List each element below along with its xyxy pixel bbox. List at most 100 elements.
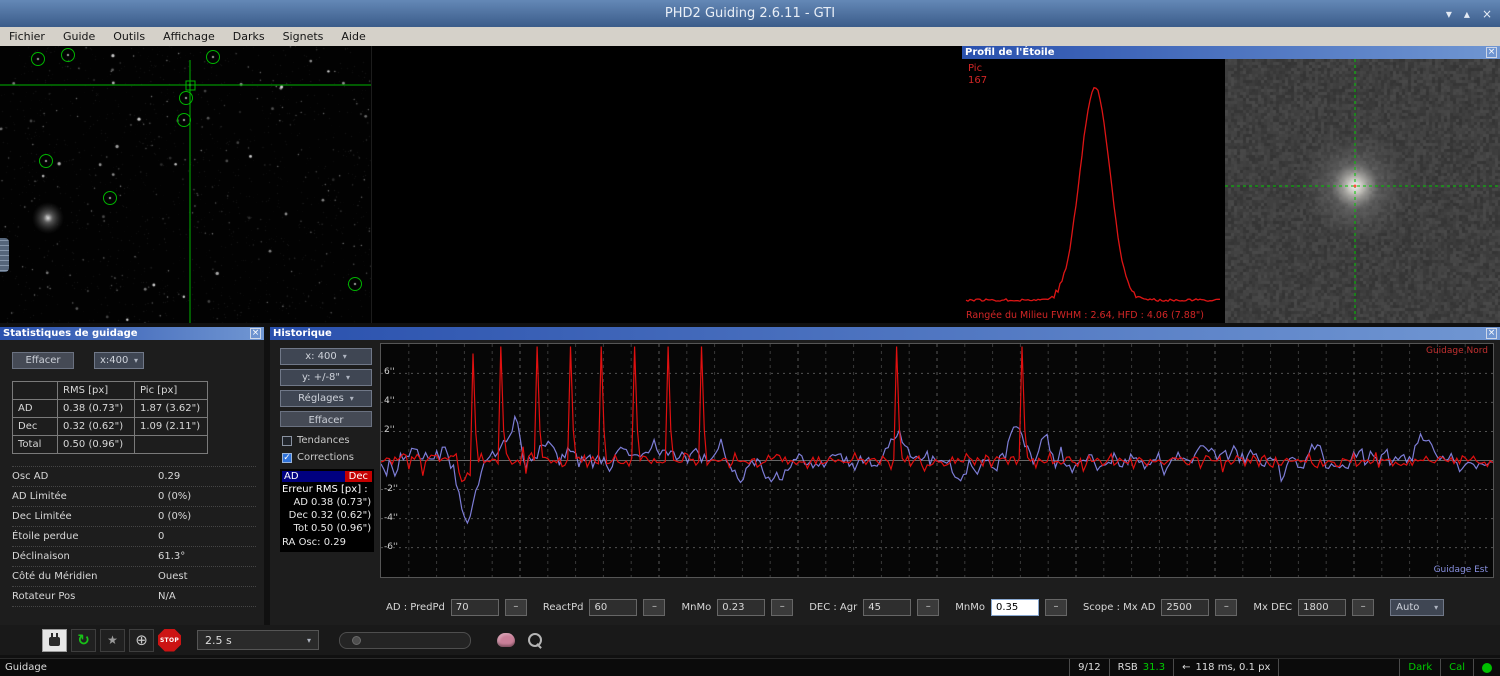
exposure-value: 2.5 s <box>205 633 232 647</box>
stats-cell: 1.09 (2.11") <box>134 417 208 436</box>
param-input-reactpd[interactable]: 60 <box>589 599 638 616</box>
peak-label: Pic <box>968 63 983 74</box>
param-label-mx-dec: Mx DEC <box>1253 602 1293 613</box>
status-mode: Guidage <box>5 662 47 673</box>
menu-item-fichier[interactable]: Fichier <box>0 27 54 46</box>
stat-row: Côté du Méridien Ouest <box>12 567 256 587</box>
param-decrement-button[interactable]: – <box>643 599 666 616</box>
stats-col-header: RMS [px] <box>57 381 135 400</box>
history-graph[interactable]: 6'' 4'' 2'' -2'' -4'' -6'' Guidage Nord Guida… <box>380 343 1494 578</box>
star-profile-panel: Profil de l'Étoile × Pic 167 Rangée du M… <box>962 46 1500 323</box>
guide-button[interactable]: ⊕ <box>129 628 154 652</box>
checkbox-unchecked-icon <box>282 435 292 446</box>
maximize-icon[interactable]: ▴ <box>1464 7 1470 21</box>
param-decrement-button[interactable]: – <box>1215 599 1238 616</box>
cal-label: Cal <box>1449 662 1465 673</box>
stats-clear-button[interactable]: Effacer <box>12 352 74 369</box>
menu-item-signets[interactable]: Signets <box>274 27 333 46</box>
profile-curve <box>965 86 1220 302</box>
trends-checkbox[interactable]: Tendances <box>282 435 372 446</box>
y-axis-tick: 2'' <box>384 425 395 436</box>
history-x-scale-select[interactable]: x: 400 ▾ <box>280 348 372 365</box>
param-input-mx-dec[interactable]: 1800 <box>1298 599 1347 616</box>
param-label-mnmo: MnMo <box>681 602 712 613</box>
dark-label: Dark <box>1408 662 1433 673</box>
param-input-scope-mx-ad[interactable]: 2500 <box>1161 599 1210 616</box>
param-input-mnmo[interactable]: 0.35 <box>990 599 1039 616</box>
stats-cell: 0.50 (0.96") <box>57 435 135 454</box>
y-axis-tick: -2'' <box>384 483 398 494</box>
history-clear-button[interactable]: Effacer <box>280 411 372 427</box>
stat-label: Osc AD <box>12 471 49 482</box>
pane-collapse-handle[interactable] <box>0 238 9 272</box>
stats-cell: AD <box>12 399 58 418</box>
param-label-ad-predpd: AD : PredPd <box>386 602 445 613</box>
history-graph-svg <box>381 344 1493 577</box>
y-axis-tick: 4'' <box>384 396 395 407</box>
empty-pane <box>371 46 963 323</box>
camera-settings-button[interactable] <box>523 629 547 651</box>
close-icon[interactable]: × <box>250 328 261 339</box>
settings-label: Réglages <box>298 393 344 404</box>
param-decrement-button[interactable]: – <box>1044 599 1067 616</box>
history-y-scale-select[interactable]: y: +/-8" ▾ <box>280 369 372 386</box>
auto-select-star-button[interactable]: ★ <box>100 628 125 652</box>
rms-header: Erreur RMS [px] : <box>282 484 368 495</box>
guide-params-bar: AD : PredPd 70– ReactPd 60– MnMo 0.23– DEC : A… <box>386 599 1445 616</box>
param-decrement-button[interactable]: – <box>1352 599 1375 616</box>
main-toolbar: ↻ ★ ⊕ STOP 2.5 s ▾ <box>0 625 1500 655</box>
menu-item-guide[interactable]: Guide <box>54 27 104 46</box>
menu-item-outils[interactable]: Outils <box>104 27 154 46</box>
stat-label: Dec Limitée <box>12 511 72 522</box>
param-decrement-button[interactable]: – <box>917 599 940 616</box>
connect-equipment-button[interactable] <box>42 628 67 652</box>
advanced-settings-button[interactable] <box>493 629 519 651</box>
param-label-mnmo: MnMo <box>955 602 985 613</box>
close-icon[interactable]: × <box>1486 47 1497 58</box>
loop-exposures-button[interactable]: ↻ <box>71 628 96 652</box>
param-decrement-button[interactable]: – <box>771 599 794 616</box>
stats-scale-select[interactable]: x:400 ▾ <box>94 352 144 369</box>
dec-mode-select[interactable]: Auto ▾ <box>1390 599 1445 616</box>
close-icon[interactable]: × <box>1486 328 1497 339</box>
chevron-down-icon: ▾ <box>1434 603 1439 612</box>
rms-row-label: Tot <box>293 523 308 534</box>
menu-item-darks[interactable]: Darks <box>224 27 274 46</box>
stat-label: AD Limitée <box>12 491 67 502</box>
history-panel-title: Historique <box>273 328 332 339</box>
history-panel: Historique × x: 400 ▾ y: +/-8" ▾ Réglage… <box>270 327 1500 625</box>
rms-row: Tot 0.50 (0.96") <box>282 522 372 535</box>
dec-color-chip: Dec <box>344 471 372 482</box>
status-led-icon <box>1482 662 1492 673</box>
param-input-ad-predpd[interactable]: 70 <box>450 599 499 616</box>
x-scale-value: x: 400 <box>305 351 337 362</box>
stats-col-header: Pic [px] <box>134 381 208 400</box>
star-zoom-view[interactable] <box>1225 59 1500 323</box>
target-icon: ⊕ <box>135 631 148 649</box>
param-input-dec-agr[interactable]: 45 <box>863 599 912 616</box>
stats-cell: 1.87 (3.62") <box>134 399 208 418</box>
corrections-checkbox[interactable]: ✓ Corrections <box>282 452 372 463</box>
param-input-mnmo[interactable]: 0.23 <box>717 599 766 616</box>
star-profile-graph: Pic 167 Rangée du Milieu FWHM : 2.64, HF… <box>962 59 1225 323</box>
stats-row: Total 0.50 (0.96") <box>12 435 208 454</box>
progress-gauge <box>339 631 471 649</box>
close-icon[interactable]: × <box>1482 7 1492 21</box>
camera-image[interactable] <box>0 46 371 323</box>
y-axis-tick: 6'' <box>384 367 395 378</box>
menu-item-aide[interactable]: Aide <box>332 27 374 46</box>
profile-panel-titlebar: Profil de l'Étoile × <box>962 46 1500 59</box>
history-settings-select[interactable]: Réglages ▾ <box>280 390 372 407</box>
dec-mode-value: Auto <box>1396 602 1420 613</box>
exposure-select[interactable]: 2.5 s ▾ <box>197 630 319 650</box>
menu-item-affichage[interactable]: Affichage <box>154 27 224 46</box>
snr-readout: RSB 31.3 <box>1108 659 1173 676</box>
stats-row: Dec 0.32 (0.62") 1.09 (2.11") <box>12 417 208 436</box>
history-panel-titlebar: Historique × <box>270 327 1500 340</box>
stop-button[interactable]: STOP <box>158 628 181 652</box>
minimize-icon[interactable]: ▾ <box>1446 7 1452 21</box>
y-axis-tick: -4'' <box>384 512 398 523</box>
checkbox-checked-icon: ✓ <box>282 452 292 463</box>
param-decrement-button[interactable]: – <box>504 599 527 616</box>
frame-counter-value: 9/12 <box>1078 662 1101 673</box>
